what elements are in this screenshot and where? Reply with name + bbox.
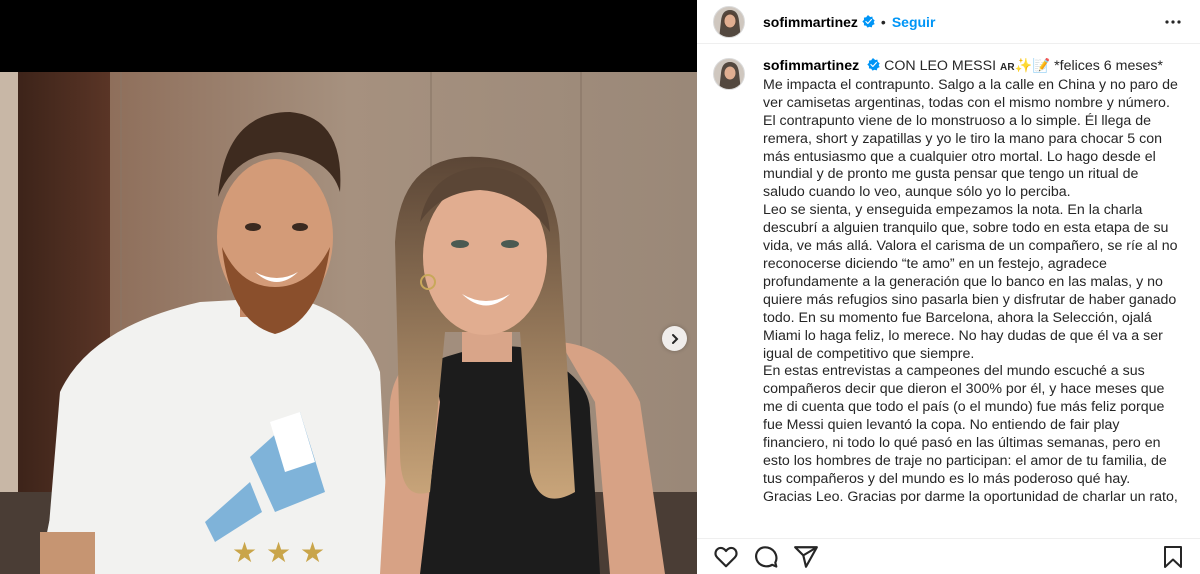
post-media: ★ ★ ★ (0, 0, 697, 574)
share-icon[interactable] (793, 544, 819, 570)
post-photo: ★ ★ ★ (0, 72, 697, 574)
caption-paragraph: Gracias Leo. Gracias por darme la oportu… (763, 488, 1178, 505)
caption-paragraph: En estas entrevistas a campeones del mun… (763, 363, 1167, 487)
chevron-right-icon (671, 333, 678, 344)
caption-avatar[interactable] (713, 58, 745, 90)
caption-text: sofimmartinez CON LEO MESSI AR✨📝 *felice… (763, 58, 1183, 530)
heart-icon[interactable] (713, 544, 739, 570)
follow-button[interactable]: Seguir (892, 14, 936, 30)
caption-username[interactable]: sofimmartinez (763, 58, 859, 74)
avatar[interactable] (713, 5, 745, 38)
bookmark-icon[interactable] (1162, 545, 1184, 569)
flag-emoji: AR (1000, 62, 1015, 73)
caption-paragraph: El contrapunto viene de lo monstruoso a … (763, 112, 1163, 201)
svg-text:★ ★ ★: ★ ★ ★ (232, 536, 325, 569)
post-actions-bar (697, 538, 1200, 574)
instagram-post-view: ★ ★ ★ sofimmartinez • Seguir sofimmartin… (0, 0, 1200, 574)
post-caption: sofimmartinez CON LEO MESSI AR✨📝 *felice… (713, 58, 1183, 530)
verified-badge-icon (867, 58, 880, 71)
caption-paragraph: Leo se sienta, y enseguida empezamos la … (763, 202, 1178, 362)
caption-paragraph: Me impacta el contrapunto. Salgo a la ca… (763, 76, 1178, 111)
caption-first-line: sofimmartinez CON LEO MESSI AR✨📝 *felice… (763, 58, 1183, 77)
post-side-panel: sofimmartinez • Seguir sofimmartinez CON… (697, 0, 1200, 574)
profile-picture (714, 6, 744, 37)
profile-picture (714, 59, 744, 89)
caption-tail: *felices 6 meses* (1050, 58, 1163, 74)
next-photo-button[interactable] (662, 326, 687, 351)
username-link[interactable]: sofimmartinez (763, 14, 858, 30)
separator-dot: • (880, 13, 886, 30)
caption-heading: CON LEO MESSI (884, 58, 997, 74)
comment-icon[interactable] (753, 544, 779, 570)
post-header: sofimmartinez • Seguir (697, 0, 1200, 44)
verified-badge-icon (862, 15, 875, 28)
more-options-icon[interactable] (1164, 13, 1182, 31)
sparkle-memo-emoji: ✨📝 (1014, 58, 1051, 74)
